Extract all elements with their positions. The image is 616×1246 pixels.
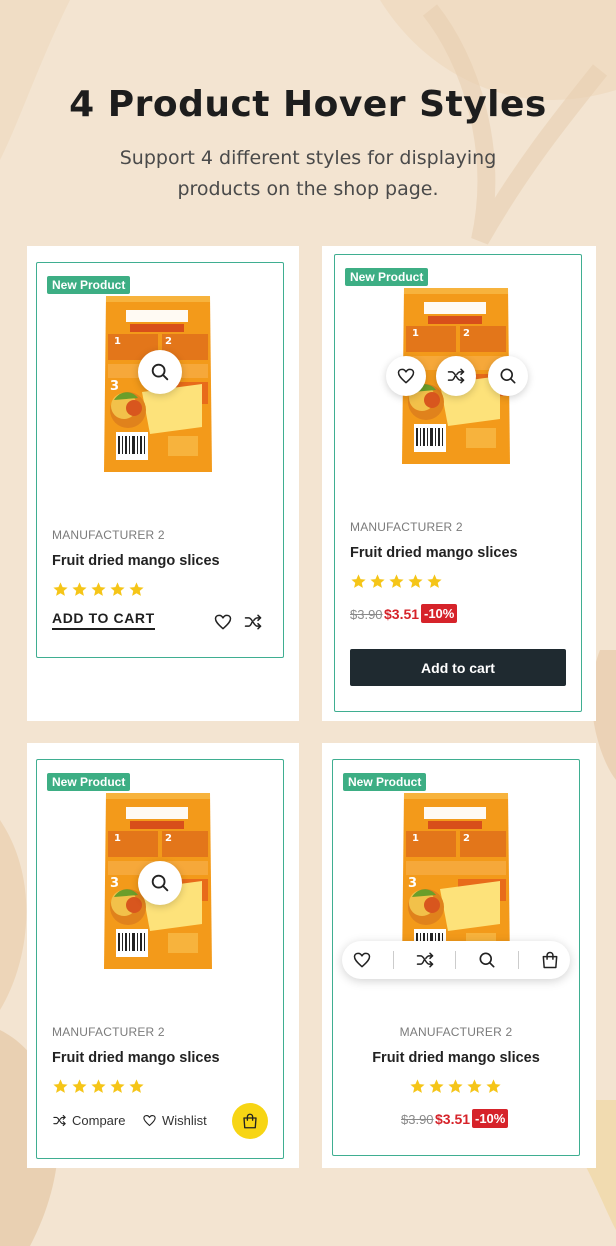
shuffle-icon xyxy=(52,1113,67,1128)
product-name[interactable]: Fruit dried mango slices xyxy=(332,1050,580,1066)
star-icon xyxy=(71,581,88,598)
star-icon xyxy=(388,573,405,590)
heart-icon[interactable] xyxy=(352,950,372,970)
star-icon xyxy=(90,581,107,598)
divider xyxy=(517,951,519,969)
quick-view-button[interactable] xyxy=(138,350,182,394)
add-to-cart-link[interactable]: ADD TO CART xyxy=(52,610,155,630)
star-icon xyxy=(90,1078,107,1095)
shuffle-icon[interactable] xyxy=(415,950,435,970)
manufacturer-label: MANUFACTURER 2 xyxy=(350,520,463,534)
wishlist-link[interactable]: Wishlist xyxy=(142,1113,207,1128)
product-card-style-1: New Product MANUFACTURER 2 Fruit dried m… xyxy=(27,246,299,721)
hover-action-bar xyxy=(342,941,570,979)
star-icon xyxy=(447,1078,464,1095)
heart-icon[interactable] xyxy=(213,612,233,632)
sale-price: $3.51 xyxy=(435,1111,471,1127)
divider xyxy=(455,951,457,969)
product-name[interactable]: Fruit dried mango slices xyxy=(350,545,518,561)
search-icon xyxy=(498,366,518,386)
star-icon xyxy=(128,581,145,598)
product-name[interactable]: Fruit dried mango slices xyxy=(52,553,220,569)
add-to-cart-button[interactable]: Add to cart xyxy=(350,649,566,686)
old-price: $3.90 xyxy=(401,1112,434,1127)
old-price: $3.90 xyxy=(350,607,383,622)
product-card-style-4: New Product MANUFACTURER 2 Fruit dried m… xyxy=(322,743,596,1168)
rating-stars xyxy=(350,573,443,590)
star-icon xyxy=(369,573,386,590)
divider xyxy=(393,951,395,969)
compare-label: Compare xyxy=(72,1113,126,1128)
rating-stars xyxy=(52,1078,145,1095)
rating-stars xyxy=(52,581,145,598)
bag-icon[interactable] xyxy=(540,950,560,970)
star-icon xyxy=(52,581,69,598)
compare-link[interactable]: Compare xyxy=(52,1113,125,1128)
star-icon xyxy=(426,573,443,590)
star-icon xyxy=(485,1078,502,1095)
star-icon xyxy=(109,1078,126,1095)
sale-price: $3.51 xyxy=(384,606,420,622)
manufacturer-label: MANUFACTURER 2 xyxy=(52,528,165,542)
quick-view-button[interactable] xyxy=(138,861,182,905)
star-icon xyxy=(428,1078,445,1095)
heart-icon xyxy=(396,366,416,386)
shuffle-icon xyxy=(446,366,466,386)
star-icon xyxy=(350,573,367,590)
product-name[interactable]: Fruit dried mango slices xyxy=(52,1050,220,1066)
compare-button[interactable] xyxy=(436,356,476,396)
product-card-style-3: New Product MANUFACTURER 2 Fruit dried m… xyxy=(27,743,299,1168)
section-subtitle: Support 4 different styles for displayin… xyxy=(119,147,497,200)
discount-badge: -10% xyxy=(472,1109,509,1128)
search-icon xyxy=(149,872,171,894)
star-icon xyxy=(71,1078,88,1095)
section-title: 4 Product Hover Styles xyxy=(69,84,547,125)
star-icon xyxy=(128,1078,145,1095)
star-icon xyxy=(109,581,126,598)
star-icon xyxy=(52,1078,69,1095)
wishlist-button[interactable] xyxy=(386,356,426,396)
rating-stars xyxy=(409,1078,502,1095)
search-icon[interactable] xyxy=(477,950,497,970)
bag-icon xyxy=(241,1112,259,1130)
discount-badge: -10% xyxy=(421,604,458,623)
quick-view-button[interactable] xyxy=(488,356,528,396)
heart-icon xyxy=(142,1113,157,1128)
search-icon xyxy=(149,361,171,383)
star-icon xyxy=(409,1078,426,1095)
manufacturer-label: MANUFACTURER 2 xyxy=(52,1025,165,1039)
add-to-cart-button[interactable] xyxy=(232,1103,268,1139)
product-card-style-2: New Product MANUFACTURER 2 Fruit dried m… xyxy=(322,246,596,721)
shuffle-icon[interactable] xyxy=(243,612,263,632)
manufacturer-label: MANUFACTURER 2 xyxy=(399,1025,513,1039)
star-icon xyxy=(407,573,424,590)
star-icon xyxy=(466,1078,483,1095)
wishlist-label: Wishlist xyxy=(162,1113,207,1128)
